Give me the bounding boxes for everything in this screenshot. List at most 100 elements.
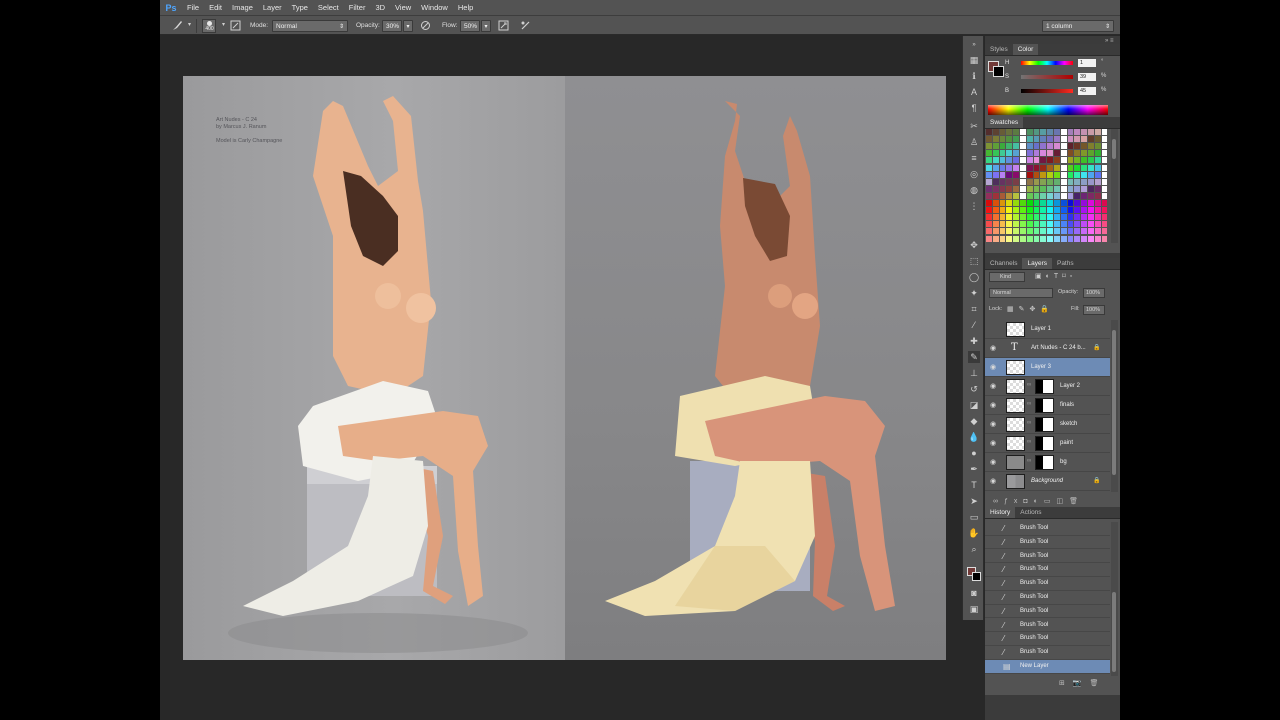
menu-image[interactable]: Image: [227, 3, 258, 12]
zoom-tool-icon[interactable]: ⌕: [968, 543, 980, 555]
marquee-tool-icon[interactable]: ⬚: [968, 255, 980, 267]
swatch[interactable]: [1033, 171, 1040, 178]
swatch[interactable]: [1094, 129, 1101, 136]
brush-size-picker[interactable]: 400: [202, 19, 216, 33]
swatch[interactable]: [992, 143, 999, 150]
swatch[interactable]: [1101, 150, 1108, 157]
swatch[interactable]: [1047, 136, 1053, 143]
history-actions-bar[interactable]: ⊞📷🗑: [1059, 679, 1106, 687]
swatch[interactable]: [1047, 192, 1053, 199]
swatch[interactable]: [1088, 221, 1094, 228]
link-icon[interactable]: ∞: [1027, 401, 1031, 407]
swatch[interactable]: [1088, 129, 1094, 136]
swatch[interactable]: [1081, 185, 1087, 192]
swatch[interactable]: [986, 164, 992, 171]
swatch[interactable]: [1081, 178, 1087, 185]
swatch[interactable]: [1006, 157, 1013, 164]
menu-window[interactable]: Window: [416, 3, 453, 12]
swatch[interactable]: [1054, 185, 1060, 192]
shape-tool-icon[interactable]: ▭: [968, 511, 980, 523]
swatch[interactable]: [1047, 157, 1053, 164]
swatch[interactable]: [1013, 129, 1019, 136]
swatch[interactable]: [1026, 157, 1033, 164]
swatch[interactable]: [1054, 228, 1060, 235]
swatch[interactable]: [992, 157, 999, 164]
swatch[interactable]: [986, 178, 992, 185]
brush-tool-preset-icon[interactable]: [172, 20, 183, 31]
swatch[interactable]: [1020, 200, 1026, 207]
move-tool-icon[interactable]: ✥: [968, 239, 980, 251]
blend-mode-select[interactable]: Normal: [989, 288, 1053, 298]
swatch[interactable]: [1101, 200, 1108, 207]
swatch[interactable]: [1040, 214, 1047, 221]
swatch[interactable]: [1026, 185, 1033, 192]
swatch[interactable]: [1067, 129, 1074, 136]
swatch[interactable]: [1101, 207, 1108, 214]
swatch[interactable]: [986, 214, 992, 221]
swatch[interactable]: [1101, 171, 1108, 178]
workspace-switcher[interactable]: 1 column ⇕: [1042, 20, 1114, 32]
swatch[interactable]: [986, 185, 992, 192]
color-spectrum-bar[interactable]: [988, 105, 1108, 115]
swatch[interactable]: [1094, 143, 1101, 150]
swatch[interactable]: [1020, 157, 1026, 164]
swatch[interactable]: [1013, 178, 1019, 185]
layer-mask-thumbnail[interactable]: [1035, 379, 1054, 394]
collapse-toolbar-icon[interactable]: »: [968, 39, 980, 51]
swatch[interactable]: [1101, 192, 1108, 199]
swatch[interactable]: [986, 129, 992, 136]
swatch[interactable]: [1088, 228, 1094, 235]
swatch[interactable]: [1047, 228, 1053, 235]
swatch[interactable]: [986, 192, 992, 199]
swatch[interactable]: [1074, 157, 1081, 164]
swatch[interactable]: [1101, 221, 1108, 228]
swatch[interactable]: [1020, 235, 1026, 242]
swatch[interactable]: [1026, 200, 1033, 207]
tab-layers[interactable]: Layers: [1022, 258, 1052, 269]
swatch[interactable]: [1088, 235, 1094, 242]
brightness-slider[interactable]: [1021, 89, 1073, 93]
swatch[interactable]: [1067, 235, 1074, 242]
swatch[interactable]: [1047, 185, 1053, 192]
swatch[interactable]: [986, 157, 992, 164]
swatch[interactable]: [1067, 185, 1074, 192]
menu-3d[interactable]: 3D: [370, 3, 390, 12]
swatch[interactable]: [992, 192, 999, 199]
swatch[interactable]: [1040, 192, 1047, 199]
eye-icon[interactable]: ◉: [990, 458, 999, 467]
swatch[interactable]: [1033, 150, 1040, 157]
swatch[interactable]: [1033, 207, 1040, 214]
swatch[interactable]: [1006, 221, 1013, 228]
histogram-icon[interactable]: ◍: [968, 184, 980, 196]
swatch[interactable]: [992, 171, 999, 178]
swatch[interactable]: [1094, 150, 1101, 157]
link-icon[interactable]: ∞: [1027, 439, 1031, 445]
history-scrollbar[interactable]: [1111, 522, 1118, 676]
saturation-value[interactable]: 39: [1078, 73, 1096, 81]
swatch[interactable]: [1006, 171, 1013, 178]
navigator-icon[interactable]: ◎: [968, 168, 980, 180]
swatch[interactable]: [1026, 136, 1033, 143]
mode-select[interactable]: Normal ⇕: [272, 20, 348, 32]
swatch[interactable]: [986, 136, 992, 143]
swatch[interactable]: [1026, 192, 1033, 199]
swatch[interactable]: [1074, 171, 1081, 178]
swatch[interactable]: [999, 207, 1006, 214]
swatch[interactable]: [1040, 129, 1047, 136]
swatch[interactable]: [1054, 192, 1060, 199]
swatch[interactable]: [999, 200, 1006, 207]
swatch[interactable]: [1054, 221, 1060, 228]
history-state[interactable]: ⁄ Brush Tool: [985, 577, 1110, 591]
eraser-tool-icon[interactable]: ◪: [968, 399, 980, 411]
swatch[interactable]: [1006, 129, 1013, 136]
swatch[interactable]: [1081, 214, 1087, 221]
swatch[interactable]: [1013, 136, 1019, 143]
swatch[interactable]: [1013, 192, 1019, 199]
swatch[interactable]: [1047, 178, 1053, 185]
brush-tool-icon[interactable]: ✎: [968, 351, 980, 363]
swatch[interactable]: [1020, 221, 1026, 228]
swatch[interactable]: [1067, 150, 1074, 157]
brush-picker-dropdown-icon[interactable]: ▾: [218, 20, 229, 31]
swatch[interactable]: [1081, 150, 1087, 157]
swatch[interactable]: [1020, 136, 1026, 143]
